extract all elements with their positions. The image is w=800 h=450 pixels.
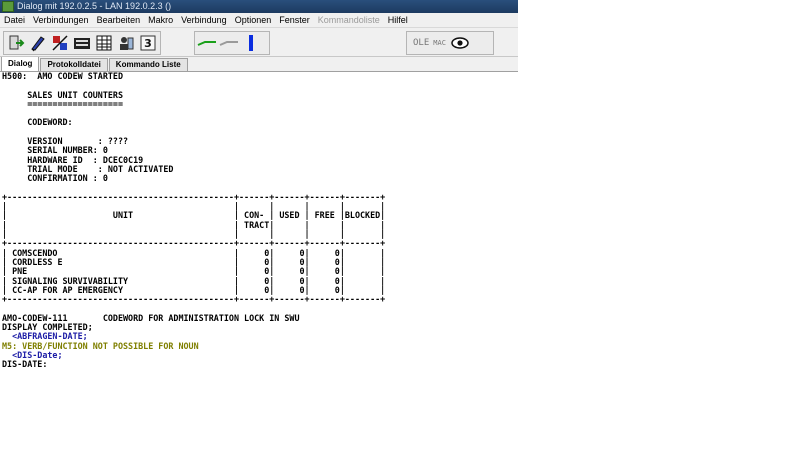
title-bar[interactable]: Dialog mit 192.0.2.5 - LAN 192.0.2.3 () <box>0 0 518 13</box>
menu-hilfe[interactable]: Hilfel <box>384 13 412 27</box>
status-bar-icon <box>241 33 261 53</box>
terminal-line: VERSION : ???? <box>2 137 129 147</box>
desktop-background <box>518 0 800 450</box>
terminal-line: SALES UNIT COUNTERS <box>2 90 124 100</box>
terminal-line: DISPLAY COMPLETED; <box>2 323 93 333</box>
grid-icon[interactable] <box>94 33 114 53</box>
terminal-line: M5: VERB/FUNCTION NOT POSSIBLE FOR NOUN <box>2 341 199 351</box>
terminal-line: CODEWORD: <box>2 118 73 128</box>
keyboard-icon[interactable] <box>72 33 92 53</box>
terminal-line: =================== <box>2 99 124 109</box>
menu-verbindung[interactable]: Verbindung <box>177 13 231 27</box>
users-icon[interactable] <box>116 33 136 53</box>
window-title: Dialog mit 192.0.2.5 - LAN 192.0.2.3 () <box>17 1 172 11</box>
ole-mac-group: OLE MAC <box>406 31 494 55</box>
terminal-line: | COMSCENDO | 0| 0| 0| | <box>2 248 386 258</box>
terminal-line: | CC-AP FOR AP EMERGENCY | 0| 0| 0| | <box>2 285 386 295</box>
menu-verbindungen[interactable]: Verbindungen <box>29 13 93 27</box>
ole-label[interactable]: OLE <box>413 38 429 48</box>
terminal-output[interactable]: H500: AMO CODEW STARTED SALES UNIT COUNT… <box>0 72 518 450</box>
menu-optionen[interactable]: Optionen <box>231 13 276 27</box>
terminal-line: +---------------------------------------… <box>2 239 386 249</box>
menu-kommandoliste: Kommandoliste <box>317 15 380 25</box>
tab-kommando-liste[interactable]: Kommando Liste <box>108 58 188 71</box>
tab-protokolldatei[interactable]: Protokolldatei <box>40 58 108 71</box>
terminal-line: H500: AMO CODEW STARTED <box>2 72 124 81</box>
terminal-line: | | | | | | <box>2 230 386 240</box>
terminal-line: | | TRACT| | | | <box>2 220 386 230</box>
script-icon[interactable] <box>50 33 70 53</box>
toolbar-tools-group: 3 <box>3 31 161 55</box>
terminal-line: +---------------------------------------… <box>2 192 386 202</box>
terminal-line: CONFIRMATION : 0 <box>2 174 108 184</box>
terminal-line: | UNIT | CON- | USED | FREE |BLOCKED| <box>2 211 386 221</box>
app-icon <box>2 1 14 12</box>
svg-text:3: 3 <box>144 37 152 50</box>
terminal-line: | | | | | | <box>2 202 386 212</box>
terminal-line: <DIS-Date; <box>2 350 63 360</box>
terminal-line: SERIAL NUMBER: 0 <box>2 146 108 156</box>
mac-label[interactable]: MAC <box>433 39 446 47</box>
terminal-line: | PNE | 0| 0| 0| | <box>2 267 386 277</box>
dialog-window: Dialog mit 192.0.2.5 - LAN 192.0.2.3 () … <box>0 0 518 450</box>
terminal-line: | SIGNALING SURVIVABILITY | 0| 0| 0| | <box>2 276 386 286</box>
edit-icon[interactable] <box>28 33 48 53</box>
eye-icon[interactable] <box>450 33 470 53</box>
connect-icon[interactable] <box>6 33 26 53</box>
connection-status-group <box>194 31 270 55</box>
menu-fenster[interactable]: Fenster <box>275 13 314 27</box>
terminal-line: TRIAL MODE : NOT ACTIVATED <box>2 164 174 174</box>
toolbar: 3 OLE MAC <box>0 28 518 57</box>
text-icon[interactable]: 3 <box>138 33 158 53</box>
disconnected-arrow-icon[interactable] <box>219 33 239 53</box>
terminal-line: | CORDLESS E | 0| 0| 0| | <box>2 257 386 267</box>
connected-arrow-icon[interactable] <box>197 33 217 53</box>
menu-makro[interactable]: Makro <box>144 13 177 27</box>
terminal-line: DIS-DATE: <box>2 360 48 370</box>
terminal-line: +---------------------------------------… <box>2 295 386 305</box>
terminal-line: <ABFRAGEN-DATE; <box>2 332 88 342</box>
menu-bar: Datei Verbindungen Bearbeiten Makro Verb… <box>0 13 518 28</box>
terminal-line: AMO-CODEW-111 CODEWORD FOR ADMINISTRATIO… <box>2 313 300 323</box>
terminal-line: HARDWARE ID : DCEC0C19 <box>2 155 144 165</box>
tab-bar: Dialog Protokolldatei Kommando Liste <box>0 56 518 72</box>
menu-bearbeiten[interactable]: Bearbeiten <box>93 13 145 27</box>
menu-datei[interactable]: Datei <box>0 13 29 27</box>
tab-dialog[interactable]: Dialog <box>1 56 40 71</box>
